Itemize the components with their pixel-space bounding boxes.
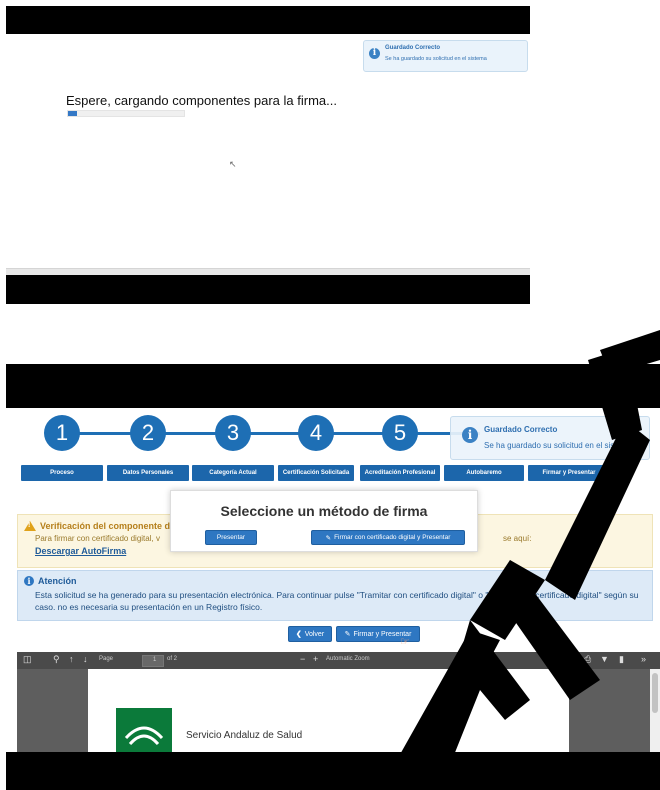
warning-text: Para firmar con certificado digital, v xyxy=(35,534,160,543)
warning-icon-mark: ! xyxy=(28,522,31,529)
next-page-icon[interactable]: ↓ xyxy=(83,654,88,664)
back-button[interactable]: ❮ Volver xyxy=(288,626,332,642)
more-tools-icon[interactable]: » xyxy=(641,654,646,664)
step-label-1[interactable]: Proceso xyxy=(21,465,103,481)
zoom-in-icon[interactable]: + xyxy=(313,654,318,664)
mouse-cursor-icon: ↖ xyxy=(229,159,237,169)
letterbox-top-2 xyxy=(6,364,660,408)
page-label: Page xyxy=(99,656,114,662)
warning-title: Verificación del componente d xyxy=(40,521,171,531)
pencil-icon: ✎ xyxy=(325,534,332,542)
step-label-6[interactable]: Autobaremo xyxy=(444,465,524,481)
toast-title: Guardado Correcto xyxy=(484,425,558,434)
search-icon[interactable]: ⚲ xyxy=(53,654,60,665)
save-success-toast-2: i Guardado Correcto Se ha guardado su so… xyxy=(450,416,650,460)
scrollbar-thumb[interactable] xyxy=(652,673,658,713)
page-number-value: 1 xyxy=(153,657,157,663)
pdf-vertical-scrollbar[interactable] xyxy=(650,669,660,752)
print-icon[interactable]: ⎙ xyxy=(584,654,591,665)
page-number-input[interactable]: 1 xyxy=(142,655,164,667)
loading-progress-bar xyxy=(67,110,185,117)
sidebar-toggle-icon[interactable]: ◫ xyxy=(23,654,32,665)
toast-title: Guardado Correcto xyxy=(385,45,441,51)
download-icon[interactable]: ▼ xyxy=(600,654,609,664)
sign-certificate-present-button[interactable]: ✎ Firmar con certificado digital y Prese… xyxy=(311,530,465,545)
step-label-3[interactable]: Categoría Actual xyxy=(192,465,274,481)
attention-info: i Atención Esta solicitud se ha generado… xyxy=(17,570,653,621)
zoom-out-icon[interactable]: − xyxy=(300,654,305,664)
page-count: of 2 xyxy=(167,656,178,662)
sign-button-label: Firmar con certificado digital y Present… xyxy=(334,534,451,541)
info-icon: i xyxy=(24,576,34,586)
info-icon: i xyxy=(369,48,380,59)
info-title: Atención xyxy=(38,576,77,586)
toast-message: Se ha guardado su solicitud en el sistem… xyxy=(484,441,633,450)
step-circle-2[interactable]: 2 xyxy=(130,415,166,451)
step-circle-3[interactable]: 3 xyxy=(215,415,251,451)
letterbox-top-1 xyxy=(6,6,530,34)
step-label-4[interactable]: Certificación Solicitada xyxy=(278,465,354,481)
mouse-pointer-icon: ☞ xyxy=(400,636,410,648)
step-label-2[interactable]: Datos Personales xyxy=(107,465,189,481)
toast-message: Se ha guardado su solicitud en el sistem… xyxy=(385,56,487,62)
save-success-toast: i Guardado Correcto Se ha guardado su so… xyxy=(363,40,528,72)
step-circle-4[interactable]: 4 xyxy=(298,415,334,451)
present-button-label: Presentar xyxy=(216,534,246,541)
edit-icon: ✎ xyxy=(344,631,351,638)
info-text: Esta solicitud se ha generado para su pr… xyxy=(35,590,639,612)
back-button-label: Volver xyxy=(304,630,325,638)
info-icon: i xyxy=(462,427,478,443)
bookmark-icon[interactable]: ▮ xyxy=(619,654,624,665)
download-autofirma-link[interactable]: Descargar AutoFirma xyxy=(35,546,126,556)
step-label-7[interactable]: Firmar y Presentar xyxy=(528,465,610,481)
organization-name: Servicio Andaluz de Salud xyxy=(186,730,303,741)
warning-text-right: se aquí: xyxy=(503,534,532,543)
step-circle-5[interactable]: 5 xyxy=(382,415,418,451)
pdf-toolbar: ◫ ⚲ ↑ ↓ Page 1 of 2 − + Automatic Zoom ⛶… xyxy=(17,652,660,670)
previous-page-icon[interactable]: ↑ xyxy=(69,654,74,664)
step-label-5[interactable]: Acreditación Profesional xyxy=(360,465,440,481)
progress-fill xyxy=(68,111,78,116)
fullscreen-icon[interactable]: ⛶ xyxy=(568,654,574,665)
chevron-left-icon: ❮ xyxy=(295,631,302,638)
present-button[interactable]: Presentar xyxy=(205,530,257,545)
modal-title: Seleccione un método de firma xyxy=(220,503,428,519)
loading-message: Espere, cargando componentes para la fir… xyxy=(66,93,337,108)
letterbox-bottom-2 xyxy=(6,752,660,790)
letterbox-bottom-1 xyxy=(6,274,530,304)
step-circle-1[interactable]: 1 xyxy=(44,415,80,451)
zoom-select[interactable]: Automatic Zoom xyxy=(326,656,370,662)
signature-method-modal: Seleccione un método de firma Presentar … xyxy=(170,490,478,552)
horizontal-scrollbar[interactable] xyxy=(6,268,530,275)
sas-logo xyxy=(116,708,172,752)
